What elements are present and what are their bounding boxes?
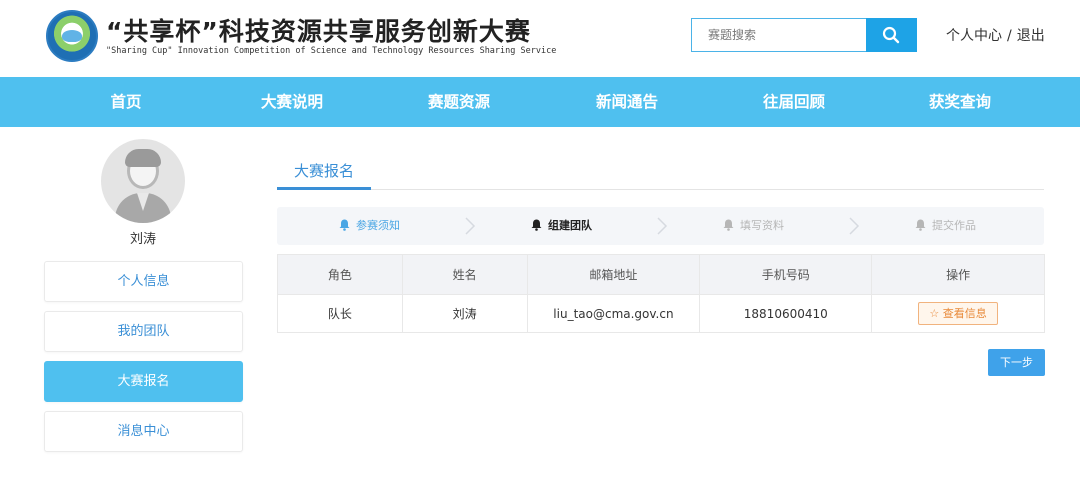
- team-members-table: 角色 姓名 邮箱地址 手机号码 操作 队长 刘涛 liu_tao@cma.gov…: [277, 254, 1045, 333]
- bell-icon: [339, 219, 350, 231]
- column-header-email: 邮箱地址: [526, 254, 701, 295]
- table-row: 队长 刘涛 liu_tao@cma.gov.cn 18810600410 ☆ 查…: [277, 294, 1045, 333]
- view-info-button[interactable]: ☆ 查看信息: [918, 302, 999, 325]
- bell-icon: [915, 219, 926, 231]
- step-info[interactable]: 填写资料: [723, 207, 784, 245]
- tab-divider: [277, 189, 1044, 190]
- sidebar-item-team[interactable]: 我的团队: [44, 311, 243, 352]
- cell-role: 队长: [277, 294, 403, 333]
- cell-name: 刘涛: [401, 294, 528, 333]
- bell-icon: [531, 219, 542, 231]
- user-links: 个人中心 / 退出: [946, 25, 1045, 45]
- cell-email: liu_tao@cma.gov.cn: [526, 294, 701, 333]
- column-header-name: 姓名: [401, 254, 528, 295]
- step-notice[interactable]: 参赛须知: [339, 207, 400, 245]
- step-submit[interactable]: 提交作品: [915, 207, 976, 245]
- chevron-right-icon: [657, 217, 668, 235]
- step-label: 组建团队: [548, 219, 592, 232]
- column-header-role: 角色: [277, 254, 403, 295]
- step-label: 填写资料: [740, 219, 784, 232]
- main-nav: 首页 大赛说明 赛题资源 新闻通告 往届回顾 获奖查询: [0, 77, 1080, 127]
- site-header: “共享杯”科技资源共享服务创新大赛 "Sharing Cup" Innovati…: [0, 0, 1080, 76]
- avatar: [101, 139, 185, 223]
- user-name: 刘涛: [129, 232, 156, 247]
- column-header-phone: 手机号码: [699, 254, 873, 295]
- sidebar-item-messages[interactable]: 消息中心: [44, 411, 243, 452]
- nav-item-news[interactable]: 新闻通告: [557, 77, 697, 127]
- chevron-right-icon: [849, 217, 860, 235]
- step-label: 提交作品: [932, 219, 976, 232]
- user-center-link[interactable]: 个人中心: [946, 28, 1002, 44]
- search-button[interactable]: [866, 18, 917, 52]
- logo-icon[interactable]: [46, 10, 98, 62]
- chevron-right-icon: [465, 217, 476, 235]
- search-icon: [882, 26, 900, 44]
- search-input[interactable]: [691, 18, 867, 52]
- step-team[interactable]: 组建团队: [531, 207, 592, 245]
- site-title: “共享杯”科技资源共享服务创新大赛: [106, 17, 531, 46]
- tab-registration[interactable]: 大赛报名: [277, 160, 371, 190]
- step-label: 参赛须知: [356, 219, 400, 232]
- nav-item-awards[interactable]: 获奖查询: [890, 77, 1030, 127]
- next-step-button[interactable]: 下一步: [988, 349, 1045, 376]
- logout-link[interactable]: 退出: [1017, 28, 1045, 44]
- avatar-hair: [125, 149, 161, 167]
- separator: /: [1007, 28, 1012, 44]
- sidebar-item-profile[interactable]: 个人信息: [44, 261, 243, 302]
- cell-phone: 18810600410: [699, 294, 873, 333]
- column-header-action: 操作: [871, 254, 1045, 295]
- site-subtitle: "Sharing Cup" Innovation Competition of …: [106, 46, 557, 56]
- sidebar-item-registration[interactable]: 大赛报名: [44, 361, 243, 402]
- tab-active-indicator: [277, 187, 371, 190]
- bell-icon: [723, 219, 734, 231]
- nav-item-home[interactable]: 首页: [56, 77, 196, 127]
- nav-item-review[interactable]: 往届回顾: [724, 77, 864, 127]
- nav-item-rules[interactable]: 大赛说明: [222, 77, 362, 127]
- cell-action: ☆ 查看信息: [871, 294, 1045, 333]
- nav-item-resources[interactable]: 赛题资源: [389, 77, 529, 127]
- table-header-row: 角色 姓名 邮箱地址 手机号码 操作: [277, 254, 1045, 295]
- progress-steps: 参赛须知 组建团队 填写资料 提交作品: [277, 207, 1044, 245]
